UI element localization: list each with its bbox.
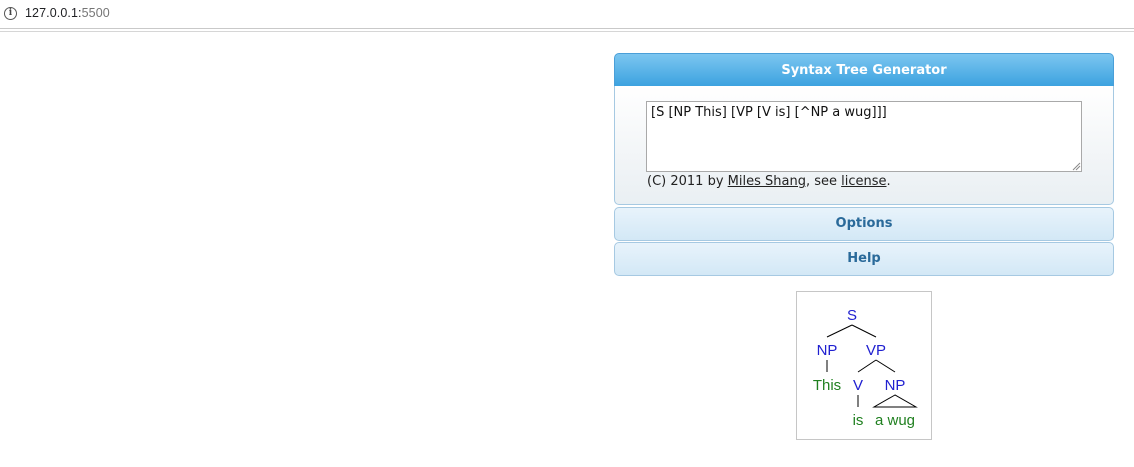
- node-s: S: [847, 307, 857, 324]
- generator-title: Syntax Tree Generator: [781, 63, 947, 78]
- help-header[interactable]: Help: [614, 242, 1114, 276]
- tree-input[interactable]: [S [NP This] [VP [V is] [^NP a wug]]]: [646, 101, 1082, 172]
- copyright-prefix: (C) 2011 by: [647, 174, 728, 189]
- node-v: V: [853, 377, 863, 394]
- node-np-object: NP: [885, 377, 906, 394]
- info-icon[interactable]: i: [4, 7, 17, 20]
- copyright-line: (C) 2011 by Miles Shang, see license.: [647, 174, 891, 189]
- author-link[interactable]: Miles Shang: [728, 174, 806, 189]
- url-host: 127.0.0.1:: [25, 6, 82, 20]
- edge-s-np: [826, 324, 853, 338]
- license-link[interactable]: license: [841, 174, 886, 189]
- copyright-mid: , see: [805, 174, 842, 189]
- address-bar[interactable]: i 127.0.0.1:5500: [0, 0, 1134, 32]
- triangle-np: [872, 394, 918, 408]
- node-vp: VP: [866, 342, 886, 359]
- leaf-is: is: [853, 412, 864, 429]
- options-header[interactable]: Options: [614, 207, 1114, 241]
- syntax-tree-svg: S NP This VP V is NP a wug: [813, 307, 918, 429]
- leaf-a-wug: a wug: [875, 412, 915, 429]
- resize-grip-icon[interactable]: [1071, 161, 1081, 171]
- edge-vp-np: [875, 359, 896, 373]
- leaf-this: This: [813, 377, 841, 394]
- edge-vp-v: [857, 359, 877, 373]
- url-port: 5500: [81, 6, 110, 20]
- generator-header[interactable]: Syntax Tree Generator: [614, 53, 1114, 87]
- copyright-suffix: .: [886, 174, 891, 189]
- help-label: Help: [847, 251, 881, 266]
- edge-s-vp: [851, 324, 877, 338]
- options-label: Options: [835, 216, 893, 231]
- url-text[interactable]: 127.0.0.1:5500: [25, 6, 110, 20]
- syntax-tree-image: S NP This VP V is NP a wug: [796, 291, 932, 440]
- node-np-subject: NP: [817, 342, 838, 359]
